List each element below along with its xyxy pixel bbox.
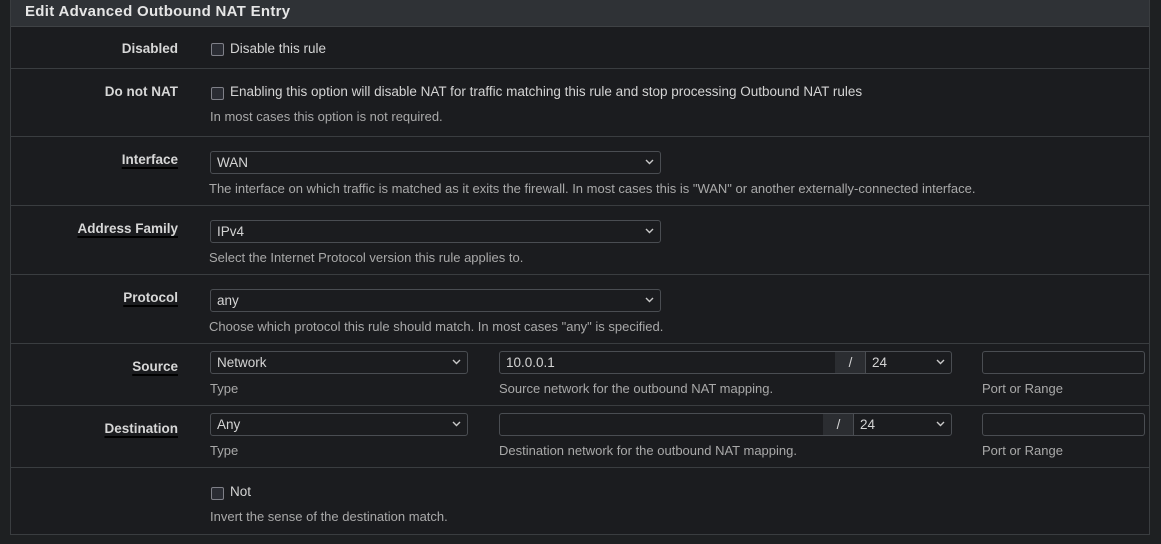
chevron-down-icon bbox=[452, 352, 461, 365]
outbound-nat-panel: Edit Advanced Outbound NAT Entry Disable… bbox=[10, 0, 1150, 535]
label-source: Source bbox=[132, 359, 178, 374]
label-address-family: Address Family bbox=[77, 221, 178, 236]
not-help: Invert the sense of the destination matc… bbox=[210, 509, 448, 524]
source-type-select[interactable]: Network bbox=[210, 351, 468, 374]
destination-port-input[interactable] bbox=[982, 413, 1145, 436]
destination-type-select[interactable]: Any bbox=[210, 413, 468, 436]
nonat-checkbox-label[interactable]: Enabling this option will disable NAT fo… bbox=[230, 84, 862, 99]
destination-network-help: Destination network for the outbound NAT… bbox=[499, 443, 797, 458]
chevron-down-icon bbox=[936, 414, 945, 427]
label-disabled: Disabled bbox=[121, 41, 178, 56]
chevron-down-icon bbox=[645, 152, 654, 165]
source-mask-select[interactable]: 24 bbox=[865, 351, 952, 374]
address-family-help: Select the Internet Protocol version thi… bbox=[209, 250, 524, 265]
destination-port-help: Port or Range bbox=[982, 443, 1063, 458]
destination-network-input[interactable] bbox=[499, 413, 824, 436]
row-protocol: Protocol any Choose which protocol this … bbox=[11, 275, 1149, 344]
source-slash-addon: / bbox=[835, 351, 866, 374]
protocol-select-value: any bbox=[217, 293, 239, 308]
source-port-help: Port or Range bbox=[982, 381, 1063, 396]
nonat-checkbox[interactable] bbox=[211, 87, 224, 100]
interface-select[interactable]: WAN bbox=[210, 151, 661, 174]
interface-help: The interface on which traffic is matche… bbox=[209, 181, 976, 196]
disabled-checkbox-label[interactable]: Disable this rule bbox=[230, 41, 326, 56]
chevron-down-icon bbox=[936, 352, 945, 365]
label-protocol: Protocol bbox=[123, 290, 178, 305]
not-checkbox-label[interactable]: Not bbox=[230, 484, 251, 499]
destination-mask-value: 24 bbox=[860, 417, 876, 432]
address-family-select-value: IPv4 bbox=[217, 224, 245, 239]
source-type-value: Network bbox=[217, 355, 267, 370]
panel-title: Edit Advanced Outbound NAT Entry bbox=[11, 0, 1149, 27]
source-network-input[interactable]: 10.0.0.1 bbox=[499, 351, 836, 374]
source-mask-value: 24 bbox=[872, 355, 888, 370]
destination-mask-select[interactable]: 24 bbox=[853, 413, 952, 436]
label-interface: Interface bbox=[121, 152, 178, 167]
destination-type-value: Any bbox=[217, 417, 241, 432]
row-do-not-nat: Do not NAT Enabling this option will dis… bbox=[11, 69, 1149, 137]
row-disabled: Disabled Disable this rule bbox=[11, 26, 1149, 69]
label-do-not-nat: Do not NAT bbox=[104, 84, 178, 99]
nonat-help: In most cases this option is not require… bbox=[210, 109, 443, 124]
source-network-help: Source network for the outbound NAT mapp… bbox=[499, 381, 774, 396]
chevron-down-icon bbox=[645, 290, 654, 303]
not-checkbox[interactable] bbox=[211, 487, 224, 500]
label-destination: Destination bbox=[104, 421, 178, 436]
row-not: Not Invert the sense of the destination … bbox=[11, 468, 1149, 535]
interface-select-value: WAN bbox=[217, 155, 248, 170]
source-port-input[interactable] bbox=[982, 351, 1145, 374]
disabled-checkbox[interactable] bbox=[211, 43, 224, 56]
row-interface: Interface WAN The interface on which tra… bbox=[11, 137, 1149, 206]
address-family-select[interactable]: IPv4 bbox=[210, 220, 661, 243]
destination-type-help: Type bbox=[210, 443, 239, 458]
source-type-help: Type bbox=[210, 381, 239, 396]
row-address-family: Address Family IPv4 Select the Internet … bbox=[11, 206, 1149, 275]
row-destination: Destination Any Type / 24 Destination ne… bbox=[11, 406, 1149, 468]
row-source: Source Network Type 10.0.0.1 / 24 Source… bbox=[11, 344, 1149, 406]
destination-slash-addon: / bbox=[823, 413, 854, 436]
chevron-down-icon bbox=[452, 414, 461, 427]
protocol-help: Choose which protocol this rule should m… bbox=[209, 319, 664, 334]
source-network-value: 10.0.0.1 bbox=[506, 355, 555, 370]
protocol-select[interactable]: any bbox=[210, 289, 661, 312]
right-gutter bbox=[1151, 0, 1161, 544]
chevron-down-icon bbox=[645, 221, 654, 234]
